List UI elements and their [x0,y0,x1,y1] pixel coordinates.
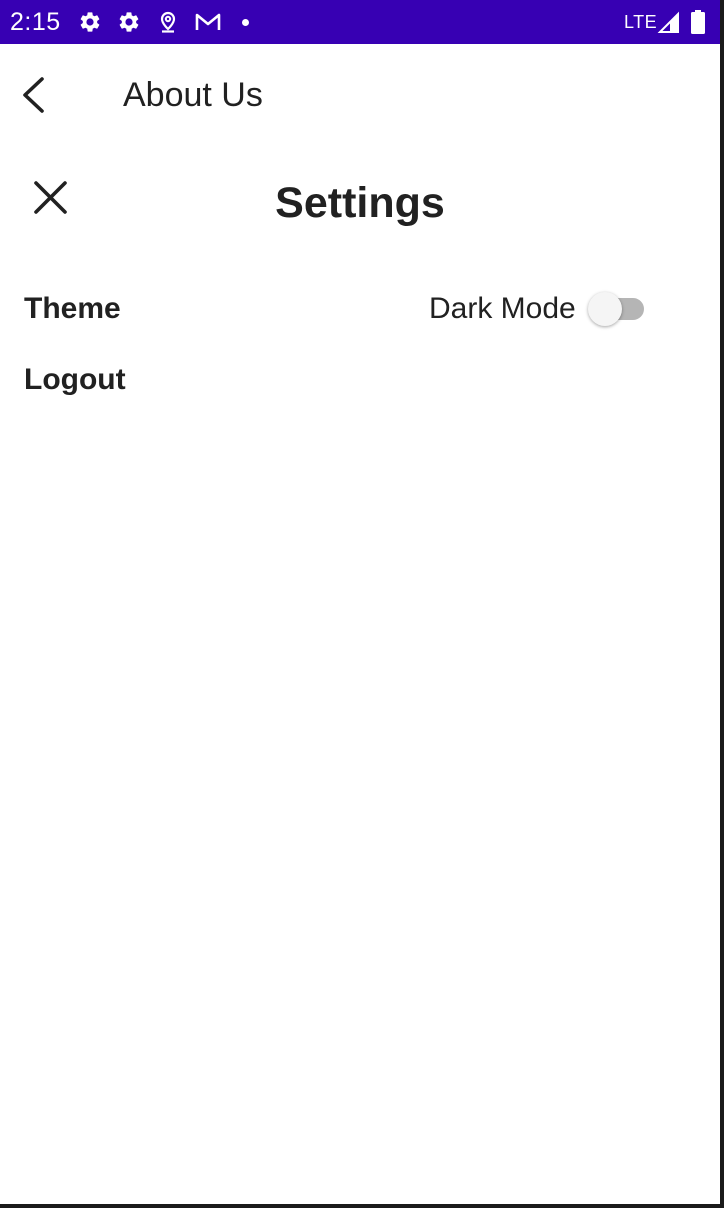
settings-icon [80,12,100,32]
status-bar: 2:15 LTE [0,0,720,44]
theme-label: Theme [24,292,121,325]
signal-icon [657,11,679,33]
settings-title: Settings [275,179,445,227]
back-button[interactable] [14,70,58,118]
top-app-bar: About Us [0,44,720,148]
gmail-icon [195,13,221,30]
notification-dot-icon [242,19,249,26]
dark-mode-toggle[interactable] [588,292,646,328]
app-screen: 2:15 LTE About Us Settings Theme Dark Mo… [0,0,724,1208]
status-time: 2:15 [10,8,61,36]
logout-button[interactable]: Logout [24,362,126,398]
location-pin-icon [160,11,176,33]
chevron-left-icon [23,77,44,113]
dark-mode-label: Dark Mode [429,292,576,325]
battery-icon [691,10,705,34]
network-type: LTE [624,12,658,32]
toggle-thumb [588,292,622,326]
page-title: About Us [123,76,263,114]
settings-icon [119,12,139,32]
